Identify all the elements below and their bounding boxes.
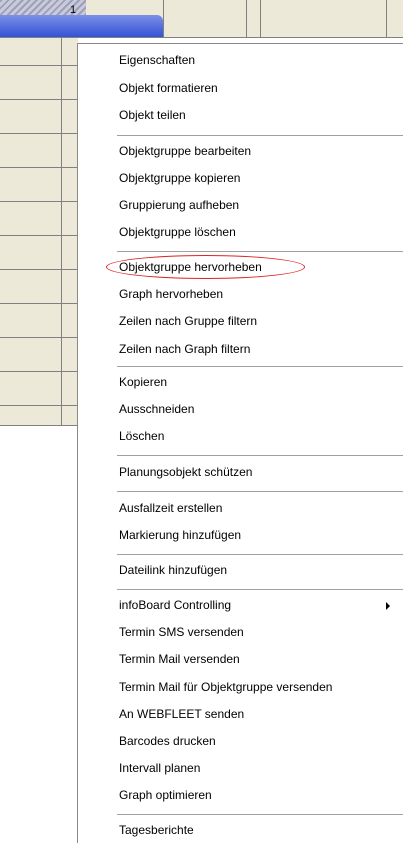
menu-item-filter-rows-group[interactable]: Zeilen nach Gruppe filtern <box>119 314 257 328</box>
menu-item-protect-object[interactable]: Planungsobjekt schützen <box>119 465 252 479</box>
submenu-arrow-icon <box>386 602 390 610</box>
menu-item-send-sms[interactable]: Termin SMS versenden <box>119 625 244 639</box>
grid-row[interactable] <box>0 134 78 168</box>
menu-item-optimize-graph[interactable]: Graph optimieren <box>119 788 212 802</box>
menu-item-infoboard-controlling[interactable]: infoBoard Controlling <box>119 598 231 612</box>
menu-item-daily-reports[interactable]: Tagesberichte <box>119 823 194 837</box>
menu-item-plan-interval[interactable]: Intervall planen <box>119 761 200 775</box>
grid-row[interactable] <box>0 270 78 304</box>
menu-item-create-downtime[interactable]: Ausfallzeit erstellen <box>119 501 222 515</box>
menu-separator <box>117 251 403 252</box>
menu-separator <box>117 491 403 492</box>
highlight-ring <box>106 255 305 279</box>
menu-item-split-object[interactable]: Objekt teilen <box>119 108 186 122</box>
grid-row[interactable] <box>0 304 78 338</box>
menu-item-copy[interactable]: Kopieren <box>119 375 167 389</box>
grid-row[interactable] <box>0 100 78 134</box>
menu-separator <box>117 554 403 555</box>
menu-item-delete-group[interactable]: Objektgruppe löschen <box>119 225 236 239</box>
menu-item-print-barcodes[interactable]: Barcodes drucken <box>119 734 216 748</box>
menu-separator <box>117 366 403 367</box>
grid-row[interactable] <box>0 168 78 202</box>
menu-separator <box>117 589 403 590</box>
header-divider <box>163 0 164 38</box>
menu-item-ungroup[interactable]: Gruppierung aufheben <box>119 198 239 212</box>
grid-row[interactable] <box>0 406 78 426</box>
menu-item-highlight-graph[interactable]: Graph hervorheben <box>119 287 223 301</box>
menu-item-send-mail[interactable]: Termin Mail versenden <box>119 652 240 666</box>
menu-item-add-marker[interactable]: Markierung hinzufügen <box>119 528 241 542</box>
context-menu <box>77 43 403 843</box>
menu-item-send-group-mail[interactable]: Termin Mail für Objektgruppe versenden <box>119 680 332 694</box>
header-divider <box>260 0 261 38</box>
menu-item-copy-group[interactable]: Objektgruppe kopieren <box>119 171 240 185</box>
grid-row[interactable] <box>0 66 78 100</box>
menu-item-edit-group[interactable]: Objektgruppe bearbeiten <box>119 144 251 158</box>
menu-item-filter-rows-graph[interactable]: Zeilen nach Graph filtern <box>119 342 250 356</box>
grid-row[interactable] <box>0 372 78 406</box>
header-divider <box>246 0 247 38</box>
grid-row[interactable] <box>0 338 78 372</box>
menu-item-cut[interactable]: Ausschneiden <box>119 402 194 416</box>
menu-item-format-object[interactable]: Objekt formatieren <box>119 81 218 95</box>
gantt-bar[interactable] <box>0 15 163 37</box>
menu-item-properties[interactable]: Eigenschaften <box>119 53 195 67</box>
menu-icon-gutter <box>78 44 102 843</box>
menu-separator <box>117 135 403 136</box>
menu-item-delete[interactable]: Löschen <box>119 429 164 443</box>
menu-item-send-webfleet[interactable]: An WEBFLEET senden <box>119 707 244 721</box>
timeline-header: 1 <box>0 0 403 38</box>
grid-row[interactable] <box>0 38 78 66</box>
grid-row[interactable] <box>0 202 78 236</box>
menu-separator <box>117 814 403 815</box>
menu-separator <box>117 455 403 456</box>
header-cell-number: 1 <box>70 4 77 16</box>
menu-item-add-file-link[interactable]: Dateilink hinzufügen <box>119 563 227 577</box>
header-divider <box>386 0 387 38</box>
grid-row[interactable] <box>0 236 78 270</box>
